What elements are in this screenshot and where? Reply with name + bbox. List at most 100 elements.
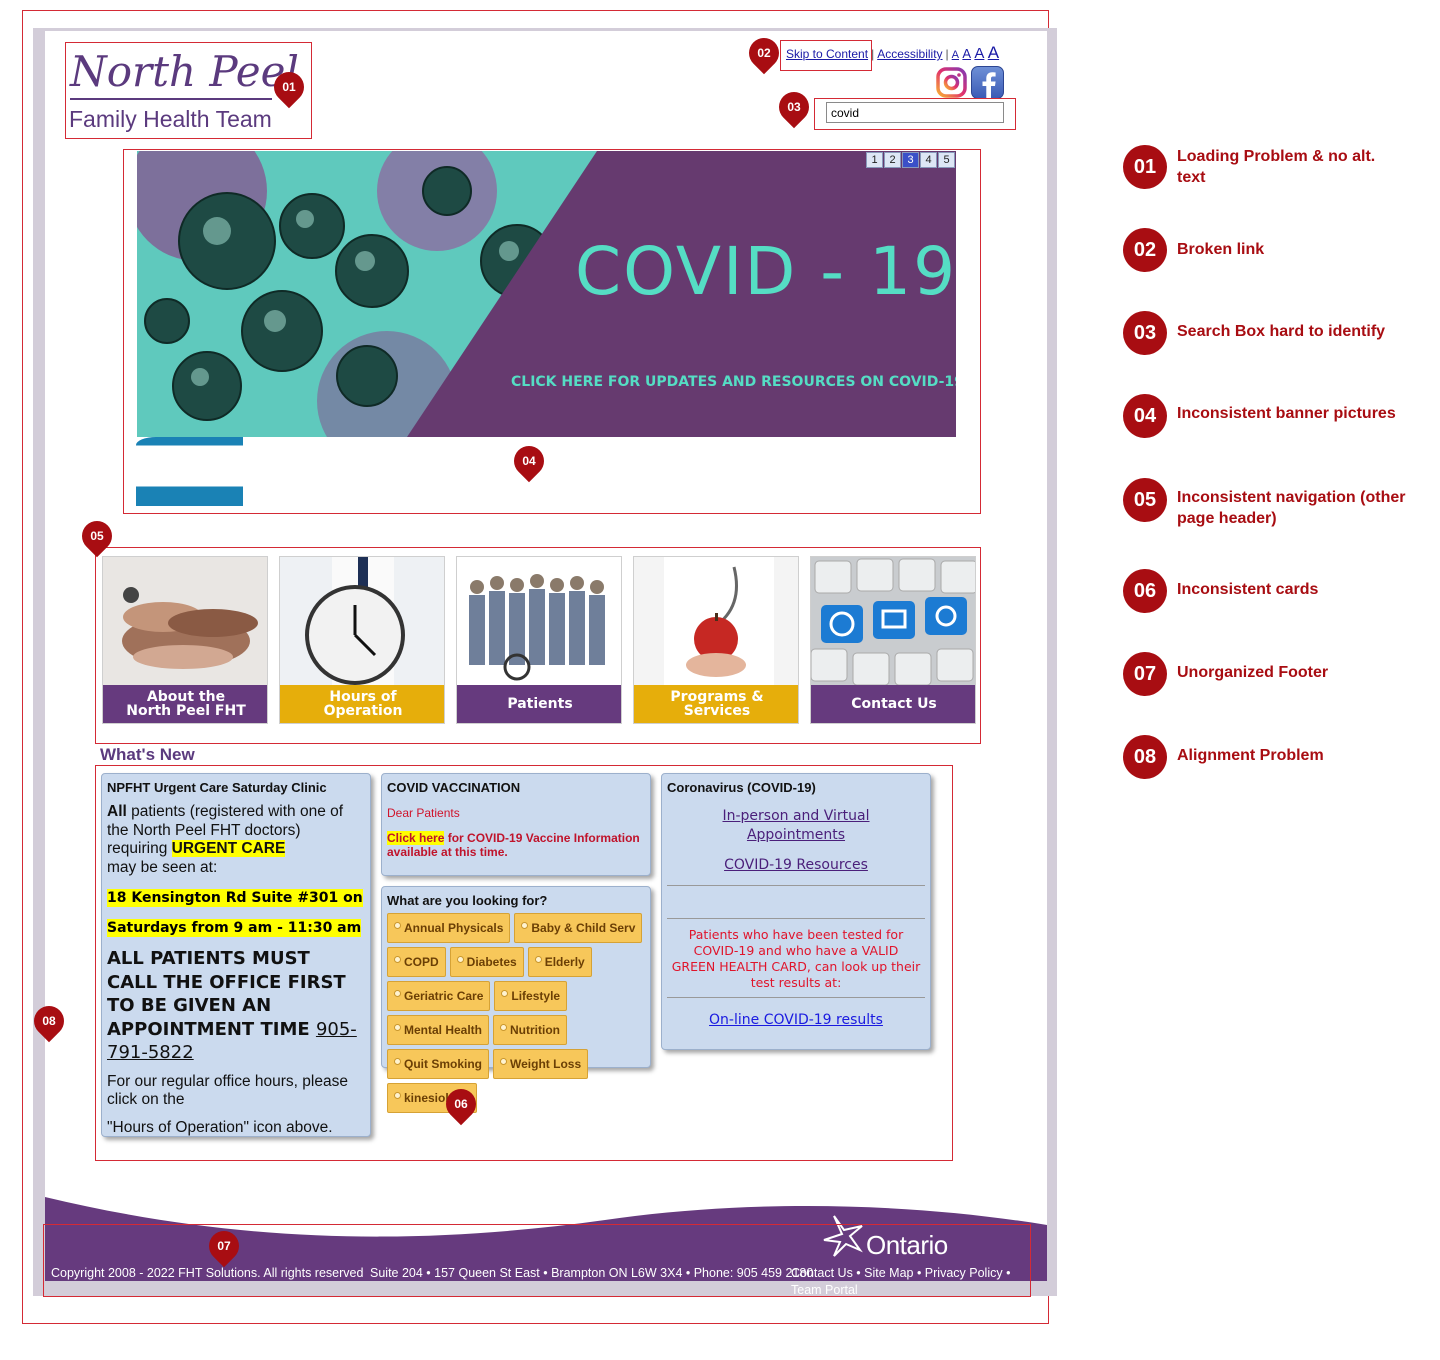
nav-card-about[interactable]: About the North Peel FHT: [102, 556, 268, 724]
nav-card-programs[interactable]: Programs & Services: [633, 556, 799, 724]
tag-quit-smoking[interactable]: Quit Smoking: [387, 1049, 489, 1079]
legend-num-05: 05: [1123, 478, 1167, 522]
legend-num-08: 08: [1123, 735, 1167, 779]
accessibility-link[interactable]: Accessibility: [877, 47, 942, 61]
tag-lifestyle[interactable]: Lifestyle: [494, 981, 568, 1011]
urgent-care-panel: NPFHT Urgent Care Saturday Clinic All pa…: [101, 773, 371, 1137]
legend-text-04: Inconsistent banner pictures: [1177, 405, 1396, 422]
facebook-icon[interactable]: [971, 66, 1004, 99]
urgent-call: ALL PATIENTS MUST CALL THE OFFICE FIRST …: [107, 947, 365, 1065]
service-tags: Annual Physicals Baby & Child Serv COPD Di…: [385, 911, 647, 1115]
covid-banner[interactable]: COVID - 19 CLICK HERE FOR UPDATES AND RE…: [137, 151, 956, 437]
online-results-link[interactable]: On-line COVID-19 results: [667, 1012, 925, 1028]
divider: [667, 918, 925, 919]
font-size-small[interactable]: A: [952, 49, 959, 61]
keyboard-image: [811, 557, 975, 685]
urgent-title: NPFHT Urgent Care Saturday Clinic: [107, 780, 327, 795]
tested-text: Patients who have been tested for COVID-…: [671, 927, 921, 990]
urgent-text2: may be seen at:: [107, 858, 218, 876]
vaccination-info: Click here for COVID-19 Vaccine Informat…: [387, 831, 645, 859]
banner-page-3[interactable]: 3: [902, 152, 919, 168]
looking-title: What are you looking for?: [387, 893, 548, 908]
tag-geriatric-care[interactable]: Geriatric Care: [387, 981, 491, 1011]
card-label-line2: Services: [683, 703, 751, 719]
font-size-large[interactable]: A: [974, 45, 984, 62]
urgent-address: 18 Kensington Rd Suite #301 on: [107, 889, 363, 907]
tag-annual-physicals[interactable]: Annual Physicals: [387, 913, 511, 943]
tag-weight-loss[interactable]: Weight Loss: [493, 1049, 589, 1079]
tag-elderly[interactable]: Elderly: [527, 947, 592, 977]
nav-card-patients[interactable]: Patients: [456, 556, 622, 724]
legend-num-04: 04: [1123, 394, 1167, 438]
card-label-line2: Operation: [323, 703, 403, 719]
nav-card-hours[interactable]: Hours of Operation: [279, 556, 445, 724]
urgent-all: All: [107, 803, 127, 820]
annotation-pin-08: 08: [27, 999, 71, 1043]
whats-new-heading: What's New: [100, 745, 195, 764]
instagram-icon[interactable]: [935, 66, 968, 99]
coronavirus-title: Coronavirus (COVID-19): [667, 780, 816, 795]
patients-group-image: [457, 557, 621, 685]
inperson-virtual-link[interactable]: In-person and Virtual Appointments: [667, 807, 925, 845]
legend-text-03: Search Box hard to identify: [1177, 323, 1386, 340]
card-label-line2: North Peel FHT: [126, 703, 246, 719]
urgent-call-text: ALL PATIENTS MUST CALL THE OFFICE FIRST …: [107, 948, 346, 1040]
banner-page-5[interactable]: 5: [938, 152, 955, 168]
divider: [667, 885, 925, 886]
looking-for-panel: What are you looking for? Annual Physica…: [381, 886, 651, 1113]
legend-text-02: Broken link: [1177, 241, 1265, 258]
urgent-hours: Saturdays from 9 am - 11:30 am: [107, 919, 362, 937]
tag-baby-child[interactable]: Baby & Child Serv: [514, 913, 643, 943]
link-separator: |: [945, 47, 949, 61]
legend-text-08: Alignment Problem: [1177, 747, 1324, 764]
hands-image: [103, 557, 267, 685]
urgent-hours-icon-text: "Hours of Operation" icon above.: [107, 1118, 333, 1136]
legend-num-02: 02: [1123, 228, 1167, 272]
urgent-regular: For our regular office hours, please cli…: [107, 1072, 348, 1108]
legend-num-07: 07: [1123, 652, 1167, 696]
covid-resources-link[interactable]: COVID-19 Resources: [667, 857, 925, 873]
urgent-care-highlight: URGENT CARE: [171, 840, 286, 857]
legend-num-03: 03: [1123, 311, 1167, 355]
font-size-medium[interactable]: A: [962, 46, 971, 61]
banner-page-1[interactable]: 1: [866, 152, 883, 168]
annotation-box-03: [814, 98, 1016, 130]
legend-text-06: Inconsistent cards: [1177, 581, 1319, 598]
annotation-pin-04: 04: [507, 439, 551, 483]
tag-nutrition[interactable]: Nutrition: [493, 1015, 568, 1045]
covid-vaccination-panel: COVID VACCINATION Dear Patients Click he…: [381, 773, 651, 876]
nav-card-contact[interactable]: Contact Us: [810, 556, 976, 724]
legend-text-01: Loading Problem & no alt. text: [1177, 148, 1376, 186]
card-label-line1: Patients: [507, 696, 573, 712]
annotation-pin-02: 02: [742, 31, 786, 75]
legend-num-06: 06: [1123, 569, 1167, 613]
vaccination-title: COVID VACCINATION: [387, 780, 521, 795]
vaccination-dear: Dear Patients: [387, 806, 460, 820]
vaccination-click-link[interactable]: Click here: [387, 831, 445, 845]
banner-cta[interactable]: CLICK HERE FOR UPDATES AND RESOURCES ON …: [511, 374, 956, 390]
annotation-pin-03: 03: [772, 85, 816, 129]
banner-leftover-image: [136, 437, 243, 506]
legend-text-05: Inconsistent navigation (other page head…: [1177, 489, 1406, 527]
doctor-clock-image: [280, 557, 444, 685]
divider: [667, 997, 925, 998]
legend-text-07: Unorganized Footer: [1177, 664, 1329, 681]
banner-page-2[interactable]: 2: [884, 152, 901, 168]
tag-diabetes[interactable]: Diabetes: [449, 947, 524, 977]
annotation-box-02: [780, 40, 872, 71]
legend-num-01: 01: [1123, 145, 1167, 189]
annotation-pin-05: 05: [75, 514, 119, 558]
annotation-pin-07: 07: [202, 1224, 246, 1268]
coronavirus-panel: Coronavirus (COVID-19) In-person and Vir…: [661, 773, 931, 1050]
tag-copd[interactable]: COPD: [387, 947, 446, 977]
urgent-text: All patients (registered with one of the…: [107, 803, 365, 877]
banner-title: COVID - 19: [575, 233, 956, 310]
card-label-line1: Contact Us: [851, 696, 937, 712]
doctor-apple-image: [634, 557, 798, 685]
banner-page-4[interactable]: 4: [920, 152, 937, 168]
font-size-xlarge[interactable]: A: [988, 43, 999, 62]
annotation-pin-06: 06: [439, 1082, 483, 1126]
annotation-pin-01: 01: [267, 65, 311, 109]
tag-mental-health[interactable]: Mental Health: [387, 1015, 490, 1045]
annotation-box-07: [43, 1224, 1031, 1297]
